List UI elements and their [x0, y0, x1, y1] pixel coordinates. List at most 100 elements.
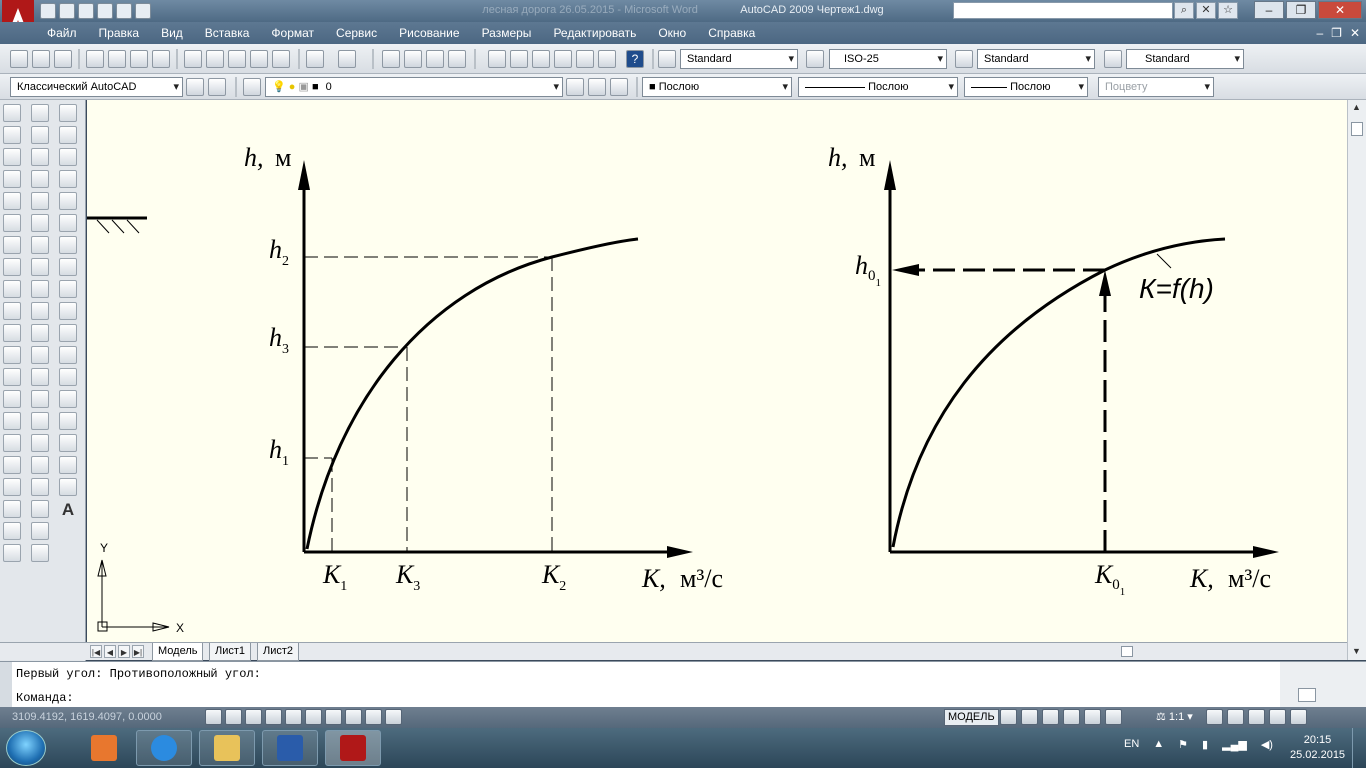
arc-icon[interactable] [59, 214, 77, 232]
diameter-dimension-icon[interactable] [3, 236, 21, 254]
quick-view-layouts-icon[interactable] [1000, 709, 1017, 725]
network-icon[interactable]: ▂▄▆ [1222, 738, 1247, 751]
restore-button[interactable]: ❐ [1286, 1, 1316, 19]
continue-dimension-icon[interactable] [3, 324, 21, 342]
quick-view-drawings-icon[interactable] [1021, 709, 1038, 725]
explode-icon[interactable] [31, 456, 49, 474]
showmotion-icon[interactable] [1105, 709, 1122, 725]
menu-item-3[interactable]: Вставка [194, 26, 261, 40]
layer-states-icon[interactable] [610, 78, 628, 96]
circle-icon[interactable] [59, 236, 77, 254]
dim-style-select[interactable]: ISO-25 [829, 49, 947, 69]
layer-manager-icon[interactable] [243, 78, 261, 96]
minimize-button[interactable]: – [1254, 1, 1284, 19]
3d-dwf-icon[interactable] [152, 50, 170, 68]
stretch-icon[interactable] [31, 280, 49, 298]
match-properties-icon[interactable] [250, 50, 268, 68]
layer-previous-icon[interactable] [588, 78, 606, 96]
offset-icon[interactable] [31, 170, 49, 188]
menu-item-5[interactable]: Сервис [325, 26, 388, 40]
scale-icon[interactable] [31, 258, 49, 276]
workspace-select[interactable]: Классический AutoCAD [10, 77, 183, 97]
extend-icon[interactable] [31, 324, 49, 342]
rectangle-icon[interactable] [59, 192, 77, 210]
make-block-icon[interactable] [59, 368, 77, 386]
clean-screen-icon[interactable] [1290, 709, 1307, 725]
layer-select[interactable]: 💡 ● ▣ ■ 0 [265, 77, 563, 97]
drawing-canvas[interactable]: h, м К, м³/с h2 h3 h1 К1 К3 К2 h, м К, м… [87, 100, 1347, 642]
vertical-scroll-thumb[interactable] [1351, 122, 1363, 136]
otrack-icon[interactable] [305, 709, 322, 725]
region-icon[interactable] [59, 456, 77, 474]
scroll-down-icon[interactable]: ▼ [1352, 646, 1361, 656]
properties-icon[interactable] [488, 50, 506, 68]
pan-status-icon[interactable] [1042, 709, 1059, 725]
lineweight-icon[interactable] [365, 709, 382, 725]
draworder-front-icon[interactable] [31, 500, 49, 518]
lineweight-select[interactable]: Послою [964, 77, 1088, 97]
dimension-style-icon[interactable] [3, 544, 21, 562]
tab-model[interactable]: Модель [152, 643, 204, 661]
rotate-icon[interactable] [31, 236, 49, 254]
osnap-icon[interactable] [285, 709, 302, 725]
quick-properties-icon[interactable] [385, 709, 402, 725]
gradient-icon[interactable] [59, 434, 77, 452]
calculator-icon[interactable] [598, 50, 616, 68]
tab-sheet1[interactable]: Лист1 [209, 643, 252, 661]
save-file-icon[interactable] [54, 50, 72, 68]
annotation-scale[interactable]: ⚖ 1:1 ▾ [1156, 710, 1193, 723]
pan-icon[interactable] [382, 50, 400, 68]
dimension-edit-icon[interactable] [3, 478, 21, 496]
ellipse-icon[interactable] [59, 302, 77, 320]
block-editor-icon[interactable] [272, 50, 290, 68]
break-at-point-icon[interactable] [31, 346, 49, 364]
doc-close-button[interactable]: ✕ [1350, 26, 1360, 40]
chamfer-icon[interactable] [31, 412, 49, 430]
ducs-icon[interactable] [325, 709, 342, 725]
open-file-icon[interactable] [32, 50, 50, 68]
mirror-icon[interactable] [31, 148, 49, 166]
paste-icon[interactable] [228, 50, 246, 68]
vertical-scrollbar[interactable]: ▲ ▼ [1347, 100, 1366, 660]
draworder-back-icon[interactable] [31, 522, 49, 540]
tool-palettes-icon[interactable] [532, 50, 550, 68]
menu-item-10[interactable]: Справка [697, 26, 766, 40]
zoom-status-icon[interactable] [1063, 709, 1080, 725]
horizontal-scrollbar[interactable] [916, 646, 1346, 658]
menu-item-2[interactable]: Вид [150, 26, 194, 40]
menu-item-0[interactable]: Файл [36, 26, 88, 40]
jogged-dimension-icon[interactable] [3, 214, 21, 232]
plot-icon[interactable] [86, 50, 104, 68]
lock-icon[interactable] [1269, 709, 1286, 725]
publish-icon[interactable] [130, 50, 148, 68]
doc-restore-button[interactable]: ❐ [1331, 26, 1342, 40]
table-style-select[interactable]: Standard [977, 49, 1095, 69]
last-tab-icon[interactable]: ▶| [132, 645, 144, 658]
horizontal-scroll-thumb[interactable] [1121, 646, 1133, 657]
battery-icon[interactable]: ▮ [1202, 738, 1208, 751]
join-icon[interactable] [31, 390, 49, 408]
taskbar-word[interactable] [262, 730, 318, 766]
radius-dimension-icon[interactable] [3, 192, 21, 210]
annotation-visibility-icon[interactable] [1206, 709, 1223, 725]
ortho-icon[interactable] [245, 709, 262, 725]
ellipse-arc-icon[interactable] [59, 324, 77, 342]
revision-cloud-icon[interactable] [59, 258, 77, 276]
sheet-set-icon[interactable] [554, 50, 572, 68]
copy-icon[interactable] [206, 50, 224, 68]
menu-item-4[interactable]: Формат [260, 26, 325, 40]
quick-dimension-icon[interactable] [3, 280, 21, 298]
first-tab-icon[interactable]: |◀ [90, 645, 102, 658]
cut-icon[interactable] [184, 50, 202, 68]
dimension-update-icon[interactable] [3, 522, 21, 540]
workspace-settings-icon[interactable] [186, 78, 204, 96]
workspace-switching-icon[interactable] [1248, 709, 1265, 725]
hatch-icon[interactable] [59, 412, 77, 430]
zoom-realtime-icon[interactable] [404, 50, 422, 68]
construction-line-icon[interactable] [59, 126, 77, 144]
spline-icon[interactable] [59, 280, 77, 298]
scroll-up-icon[interactable]: ▲ [1352, 102, 1361, 112]
tab-sheet2[interactable]: Лист2 [257, 643, 300, 661]
erase-icon[interactable] [31, 104, 49, 122]
infocenter-search-input[interactable] [953, 2, 1173, 19]
